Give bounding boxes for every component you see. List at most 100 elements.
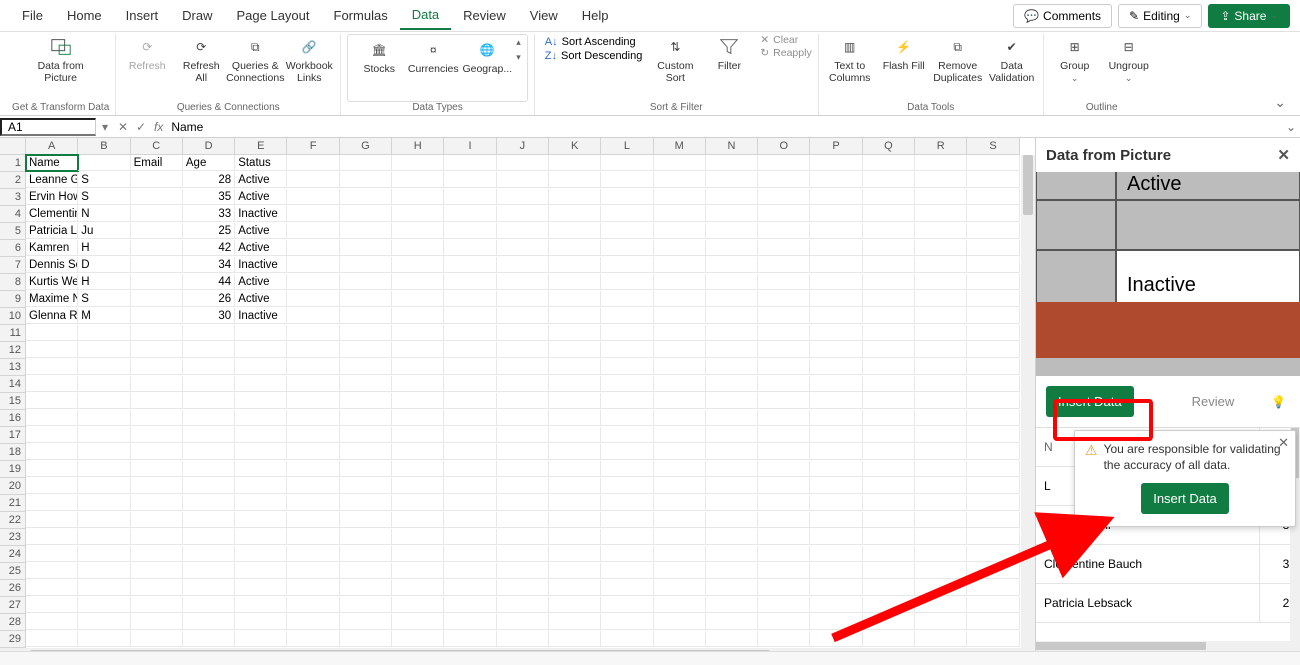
- cell[interactable]: [497, 529, 549, 545]
- cell[interactable]: [340, 427, 392, 443]
- cell[interactable]: [340, 512, 392, 528]
- cell[interactable]: [810, 546, 862, 562]
- row-header[interactable]: 4: [0, 206, 26, 223]
- cell[interactable]: [967, 529, 1019, 545]
- cell[interactable]: [915, 257, 967, 273]
- row-header[interactable]: 13: [0, 359, 26, 376]
- spreadsheet-grid[interactable]: ABCDEFGHIJKLMNOPQRS1NameEmailAgeStatus2L…: [0, 138, 1035, 651]
- cell[interactable]: [601, 631, 653, 647]
- cell[interactable]: [340, 563, 392, 579]
- cell[interactable]: [863, 393, 915, 409]
- share-button[interactable]: ⇪Share ⌄: [1208, 4, 1290, 28]
- cell[interactable]: [131, 393, 183, 409]
- comments-button[interactable]: 💬Comments: [1013, 4, 1112, 28]
- cell[interactable]: [340, 529, 392, 545]
- cell[interactable]: [444, 189, 496, 205]
- cell[interactable]: [758, 359, 810, 375]
- cell[interactable]: S: [78, 291, 130, 307]
- cell[interactable]: [549, 597, 601, 613]
- cell[interactable]: [967, 478, 1019, 494]
- cell[interactable]: Active: [235, 240, 287, 256]
- cell[interactable]: [287, 257, 339, 273]
- cell[interactable]: [287, 512, 339, 528]
- cell[interactable]: [654, 172, 706, 188]
- cell[interactable]: [967, 359, 1019, 375]
- cell[interactable]: [392, 376, 444, 392]
- cell[interactable]: [549, 155, 601, 171]
- cell[interactable]: [340, 274, 392, 290]
- cell[interactable]: [287, 342, 339, 358]
- cell[interactable]: [287, 189, 339, 205]
- cell[interactable]: [340, 223, 392, 239]
- flash-fill-button[interactable]: ⚡Flash Fill: [879, 34, 929, 74]
- cell[interactable]: [810, 631, 862, 647]
- cell[interactable]: [549, 376, 601, 392]
- cell[interactable]: [183, 427, 235, 443]
- cell[interactable]: [392, 410, 444, 426]
- cell[interactable]: [78, 631, 130, 647]
- cell[interactable]: Active: [235, 189, 287, 205]
- tab-help[interactable]: Help: [570, 2, 621, 29]
- column-header[interactable]: J: [497, 138, 549, 155]
- cell[interactable]: Maxime N: [26, 291, 78, 307]
- cell[interactable]: [706, 359, 758, 375]
- cell[interactable]: [444, 274, 496, 290]
- cell[interactable]: [967, 274, 1019, 290]
- cell[interactable]: [78, 427, 130, 443]
- cell[interactable]: [340, 580, 392, 596]
- cell[interactable]: [340, 172, 392, 188]
- cell[interactable]: [967, 580, 1019, 596]
- cell[interactable]: [758, 444, 810, 460]
- cell[interactable]: [863, 308, 915, 324]
- cell[interactable]: [758, 189, 810, 205]
- cell[interactable]: [810, 427, 862, 443]
- cell[interactable]: [549, 580, 601, 596]
- cell[interactable]: [915, 563, 967, 579]
- cell[interactable]: [392, 342, 444, 358]
- cell[interactable]: [26, 410, 78, 426]
- cell[interactable]: [183, 444, 235, 460]
- cell[interactable]: [549, 308, 601, 324]
- cell[interactable]: [131, 325, 183, 341]
- cell[interactable]: [549, 563, 601, 579]
- cell[interactable]: [392, 393, 444, 409]
- cell[interactable]: [497, 444, 549, 460]
- cell[interactable]: [444, 240, 496, 256]
- sort-ascending-button[interactable]: A↓Sort Ascending: [545, 36, 643, 48]
- cell[interactable]: [287, 410, 339, 426]
- accept-formula-icon[interactable]: ✓: [132, 120, 150, 134]
- cell[interactable]: [601, 223, 653, 239]
- cell[interactable]: [915, 393, 967, 409]
- cell[interactable]: [183, 580, 235, 596]
- cell[interactable]: [78, 155, 130, 171]
- cell[interactable]: [601, 240, 653, 256]
- cell[interactable]: Active: [235, 223, 287, 239]
- cell[interactable]: [131, 308, 183, 324]
- cell[interactable]: [654, 597, 706, 613]
- cell[interactable]: [863, 172, 915, 188]
- row-header[interactable]: 16: [0, 410, 26, 427]
- cell[interactable]: [915, 274, 967, 290]
- row-header[interactable]: 3: [0, 189, 26, 206]
- cell[interactable]: [706, 614, 758, 630]
- cell[interactable]: [758, 614, 810, 630]
- cell[interactable]: [131, 631, 183, 647]
- cell[interactable]: [287, 359, 339, 375]
- cell[interactable]: [654, 359, 706, 375]
- column-header[interactable]: I: [444, 138, 496, 155]
- cell[interactable]: [601, 257, 653, 273]
- cell[interactable]: [497, 291, 549, 307]
- refresh-all-button[interactable]: ⟳Refresh All: [176, 34, 226, 86]
- column-header[interactable]: Q: [863, 138, 915, 155]
- cell[interactable]: [131, 512, 183, 528]
- cell[interactable]: [444, 427, 496, 443]
- expand-formula-bar-icon[interactable]: ⌄: [1282, 120, 1300, 134]
- cell[interactable]: [758, 376, 810, 392]
- cell[interactable]: [26, 376, 78, 392]
- table-cell[interactable]: Patricia Lebsack: [1036, 584, 1260, 622]
- text-to-columns-button[interactable]: ▥Text to Columns: [825, 34, 875, 86]
- cell[interactable]: Active: [235, 172, 287, 188]
- cell[interactable]: [706, 189, 758, 205]
- tips-icon[interactable]: 💡: [1271, 395, 1290, 409]
- cell[interactable]: [392, 155, 444, 171]
